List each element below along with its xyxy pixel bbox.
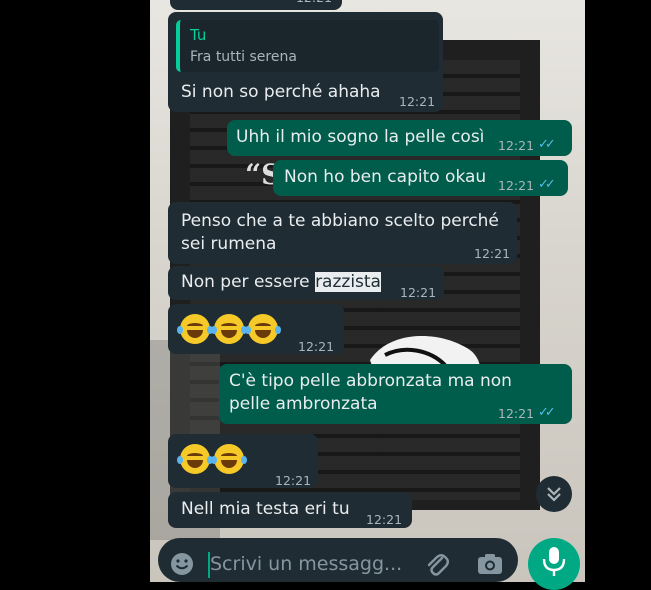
message-time: 12:21: [498, 178, 535, 193]
quote-text: Fra tutti serena: [190, 49, 297, 65]
message-time: 12:21: [366, 512, 403, 527]
message-time: 12:21: [474, 246, 511, 261]
message-text: Non ho ben capito okau: [284, 167, 487, 187]
message-text-line-2: pelle ambronzata: [229, 394, 378, 414]
screen: “S 12:21 Tu Fra tutti serena Si non so p…: [0, 0, 651, 590]
message-text-line-2: sei rumena: [181, 234, 277, 254]
paperclip-icon[interactable]: [424, 550, 450, 578]
message-text: Nell mia testa eri tu: [181, 499, 350, 519]
message-bubble-incoming[interactable]: Penso che a te abbiano scelto perché sei…: [168, 202, 517, 264]
message-bubble-incoming[interactable]: 12:21: [168, 304, 344, 354]
reply-message-bubble[interactable]: Tu Fra tutti serena Si non so perché aha…: [168, 12, 443, 112]
message-time: 12:21: [399, 94, 436, 109]
message-time: 12:21: [498, 138, 535, 153]
scroll-to-bottom-button[interactable]: [536, 476, 572, 512]
voice-message-button[interactable]: [528, 538, 580, 590]
message-time: 12:21: [296, 0, 332, 9]
message-bubble-outgoing[interactable]: C'è tipo pelle abbronzata ma non pelle a…: [219, 364, 572, 424]
emoji-row: [177, 314, 282, 344]
message-input[interactable]: Scrivi un messagg...: [210, 553, 402, 575]
message-bubble-outgoing[interactable]: Uhh il mio sogno la pelle così 12:21 ✓✓: [227, 120, 572, 156]
tears-of-joy-emoji-icon: [211, 444, 247, 474]
message-text: Si non so perché ahaha: [181, 82, 381, 102]
quoted-message[interactable]: Tu Fra tutti serena: [176, 20, 439, 72]
emoji-icon[interactable]: [169, 551, 195, 577]
tears-of-joy-emoji-icon: [211, 314, 247, 344]
message-bubble-outgoing[interactable]: Non ho ben capito okau 12:21 ✓✓: [273, 160, 568, 196]
message-bubble-incoming[interactable]: Non per essere razzista 12:21: [168, 266, 444, 300]
message-time: 12:21: [400, 285, 437, 300]
message-text-line-1: C'è tipo pelle abbronzata ma non: [229, 371, 512, 391]
read-ticks-icon: ✓✓: [538, 137, 556, 152]
camera-icon[interactable]: [476, 552, 504, 576]
microphone-icon: [542, 547, 566, 576]
quote-author: Tu: [190, 26, 207, 44]
message-text-line-1: Penso che a te abbiano scelto perché: [181, 211, 499, 231]
message-bubble-incoming[interactable]: Nell mia testa eri tu 12:21: [168, 492, 412, 528]
tears-of-joy-emoji-icon: [177, 314, 213, 344]
chevron-double-down-icon: [547, 487, 561, 502]
tears-of-joy-emoji-icon: [245, 314, 281, 344]
read-ticks-icon: ✓✓: [538, 177, 556, 192]
tears-of-joy-emoji-icon: [177, 444, 213, 474]
message-text: Non per essere razzista: [181, 271, 381, 294]
message-text: Uhh il mio sogno la pelle così: [236, 127, 485, 147]
message-time: 12:21: [498, 406, 535, 421]
message-text-plain: Non per essere: [181, 272, 316, 292]
emoji-row: [177, 444, 248, 474]
message-bubble-incoming[interactable]: 12:21: [168, 434, 318, 488]
message-text-highlighted: razzista: [315, 272, 381, 292]
message-time: 12:21: [275, 473, 312, 488]
message-bubble-partial[interactable]: 12:21: [170, 0, 342, 10]
message-composer: Scrivi un messagg...: [158, 538, 518, 582]
read-ticks-icon: ✓✓: [538, 405, 556, 420]
message-time: 12:21: [298, 339, 335, 354]
